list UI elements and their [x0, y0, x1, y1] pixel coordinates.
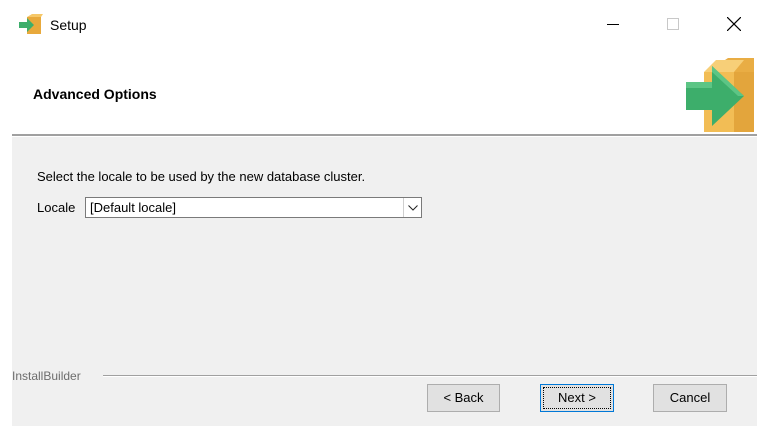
maximize-button[interactable] — [650, 0, 696, 48]
cancel-button-label: Cancel — [669, 390, 711, 405]
installer-box-arrow-icon — [686, 58, 754, 132]
locale-instruction: Select the locale to be used by the new … — [37, 169, 366, 184]
focus-ring — [543, 387, 611, 409]
close-icon — [727, 17, 741, 31]
locale-select[interactable]: [Default locale] — [85, 197, 422, 218]
chevron-down-icon — [407, 204, 418, 211]
close-button[interactable] — [711, 0, 757, 48]
back-button-label: < Back — [443, 390, 484, 405]
page-title: Advanced Options — [33, 86, 157, 102]
wizard-body: Select the locale to be used by the new … — [12, 137, 757, 426]
minimize-button[interactable] — [590, 0, 636, 48]
cancel-button[interactable]: Cancel — [653, 384, 727, 412]
setup-window: Setup Advanced Options Select the locale… — [0, 0, 757, 426]
title-bar[interactable]: Setup — [0, 0, 757, 48]
minimize-icon — [607, 24, 619, 25]
locale-selected-value: [Default locale] — [90, 200, 176, 215]
locale-label: Locale — [37, 200, 76, 215]
footer-divider-highlight — [103, 376, 757, 377]
back-button[interactable]: < Back — [427, 384, 500, 412]
wizard-header: Advanced Options — [0, 48, 757, 134]
maximize-icon — [667, 18, 679, 30]
next-button[interactable]: Next > — [540, 384, 614, 412]
app-icon — [19, 14, 43, 34]
installbuilder-label: InstallBuilder — [12, 369, 87, 383]
window-title: Setup — [50, 17, 87, 33]
locale-dropdown-button[interactable] — [403, 198, 421, 217]
